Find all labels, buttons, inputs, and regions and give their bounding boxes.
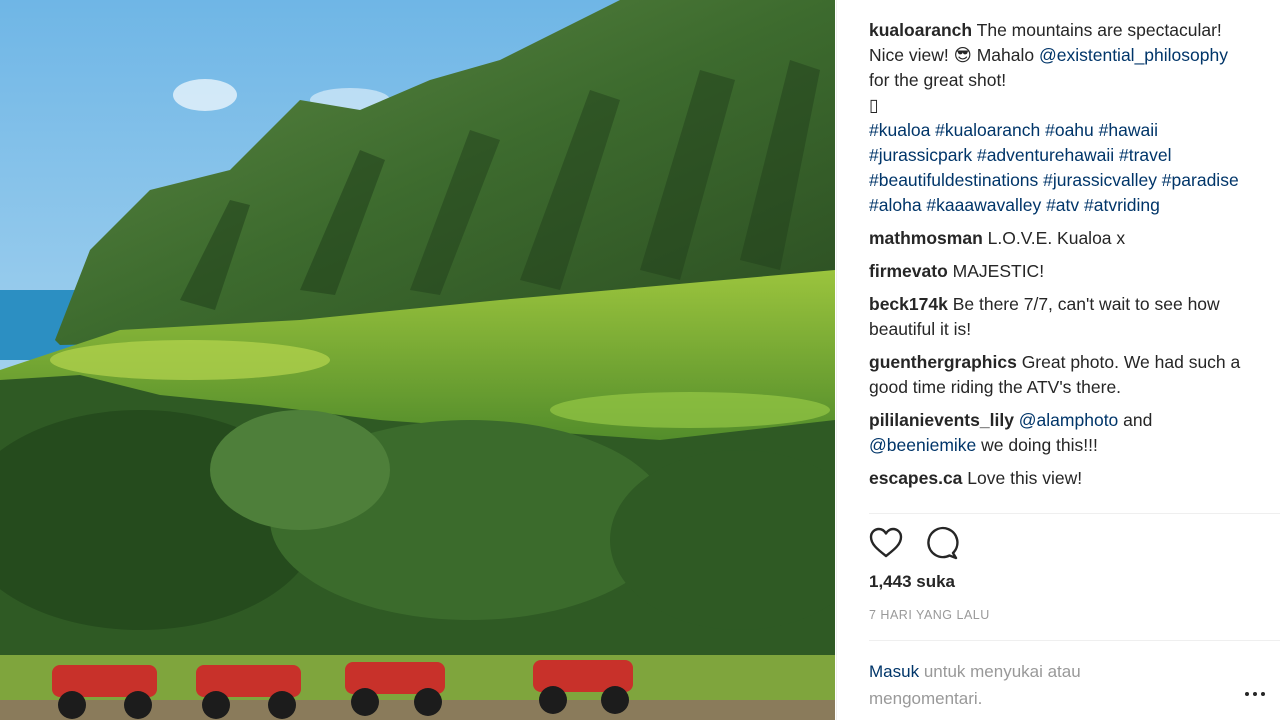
caption-mention[interactable]: @existential_philosophy (1039, 45, 1228, 65)
landscape-image (0, 0, 835, 720)
like-button[interactable] (869, 526, 903, 560)
divider (869, 513, 1280, 514)
comment-text: MAJESTIC! (952, 261, 1045, 281)
comment-text: and (1123, 410, 1153, 430)
comment-mention[interactable]: @beeniemike (869, 435, 976, 455)
comment-bubble-icon (927, 526, 959, 560)
comment-user[interactable]: mathmosman (869, 228, 983, 248)
comment-user[interactable]: escapes.ca (869, 468, 962, 488)
caption: kualoaranch The mountains are spectacula… (869, 18, 1249, 218)
post-sidebar: kualoaranch The mountains are spectacula… (836, 0, 1280, 720)
comment-item: guenthergraphics Great photo. We had suc… (869, 350, 1249, 400)
comment-text: Love this view! (967, 468, 1083, 488)
comment-user[interactable]: pililanievents_lily (869, 410, 1014, 430)
comment-user[interactable]: beck174k (869, 294, 948, 314)
comment-mention[interactable]: @alamphoto (1019, 410, 1119, 430)
comment-item: escapes.ca Love this view! (869, 466, 1249, 491)
caption-glyph: ▯ (869, 95, 879, 115)
comment-button[interactable] (925, 526, 959, 560)
comment-text: we doing this!!! (981, 435, 1098, 455)
comment-user[interactable]: firmevato (869, 261, 948, 281)
more-dot (1261, 692, 1265, 696)
post-photo (0, 0, 835, 720)
heart-icon (869, 527, 903, 558)
like-count[interactable]: 1,443 suka (869, 572, 955, 592)
more-options-button[interactable] (1245, 688, 1269, 700)
comment-item: mathmosman L.O.V.E. Kualoa x (869, 226, 1249, 251)
login-prompt: Masuk untuk menyukai atau mengomentari. (869, 658, 1189, 712)
divider (869, 640, 1280, 641)
comment-text: L.O.V.E. Kualoa x (987, 228, 1126, 248)
more-dot (1253, 692, 1257, 696)
caption-hashtags[interactable]: #kualoa #kualoaranch #oahu #hawaii #jura… (869, 120, 1239, 215)
action-bar (869, 526, 959, 562)
comment-user[interactable]: guenthergraphics (869, 352, 1017, 372)
caption-tail: for the great shot! (869, 70, 1007, 90)
comment-item: pililanievents_lily @alamphoto and @been… (869, 408, 1249, 458)
comment-item: beck174k Be there 7/7, can't wait to see… (869, 292, 1249, 342)
post-timestamp: 7 HARI YANG LALU (869, 608, 990, 622)
comment-list: kualoaranch The mountains are spectacula… (869, 18, 1249, 510)
caption-author[interactable]: kualoaranch (869, 20, 972, 40)
more-dot (1245, 692, 1249, 696)
login-link[interactable]: Masuk (869, 662, 919, 681)
comment-item: firmevato MAJESTIC! (869, 259, 1249, 284)
